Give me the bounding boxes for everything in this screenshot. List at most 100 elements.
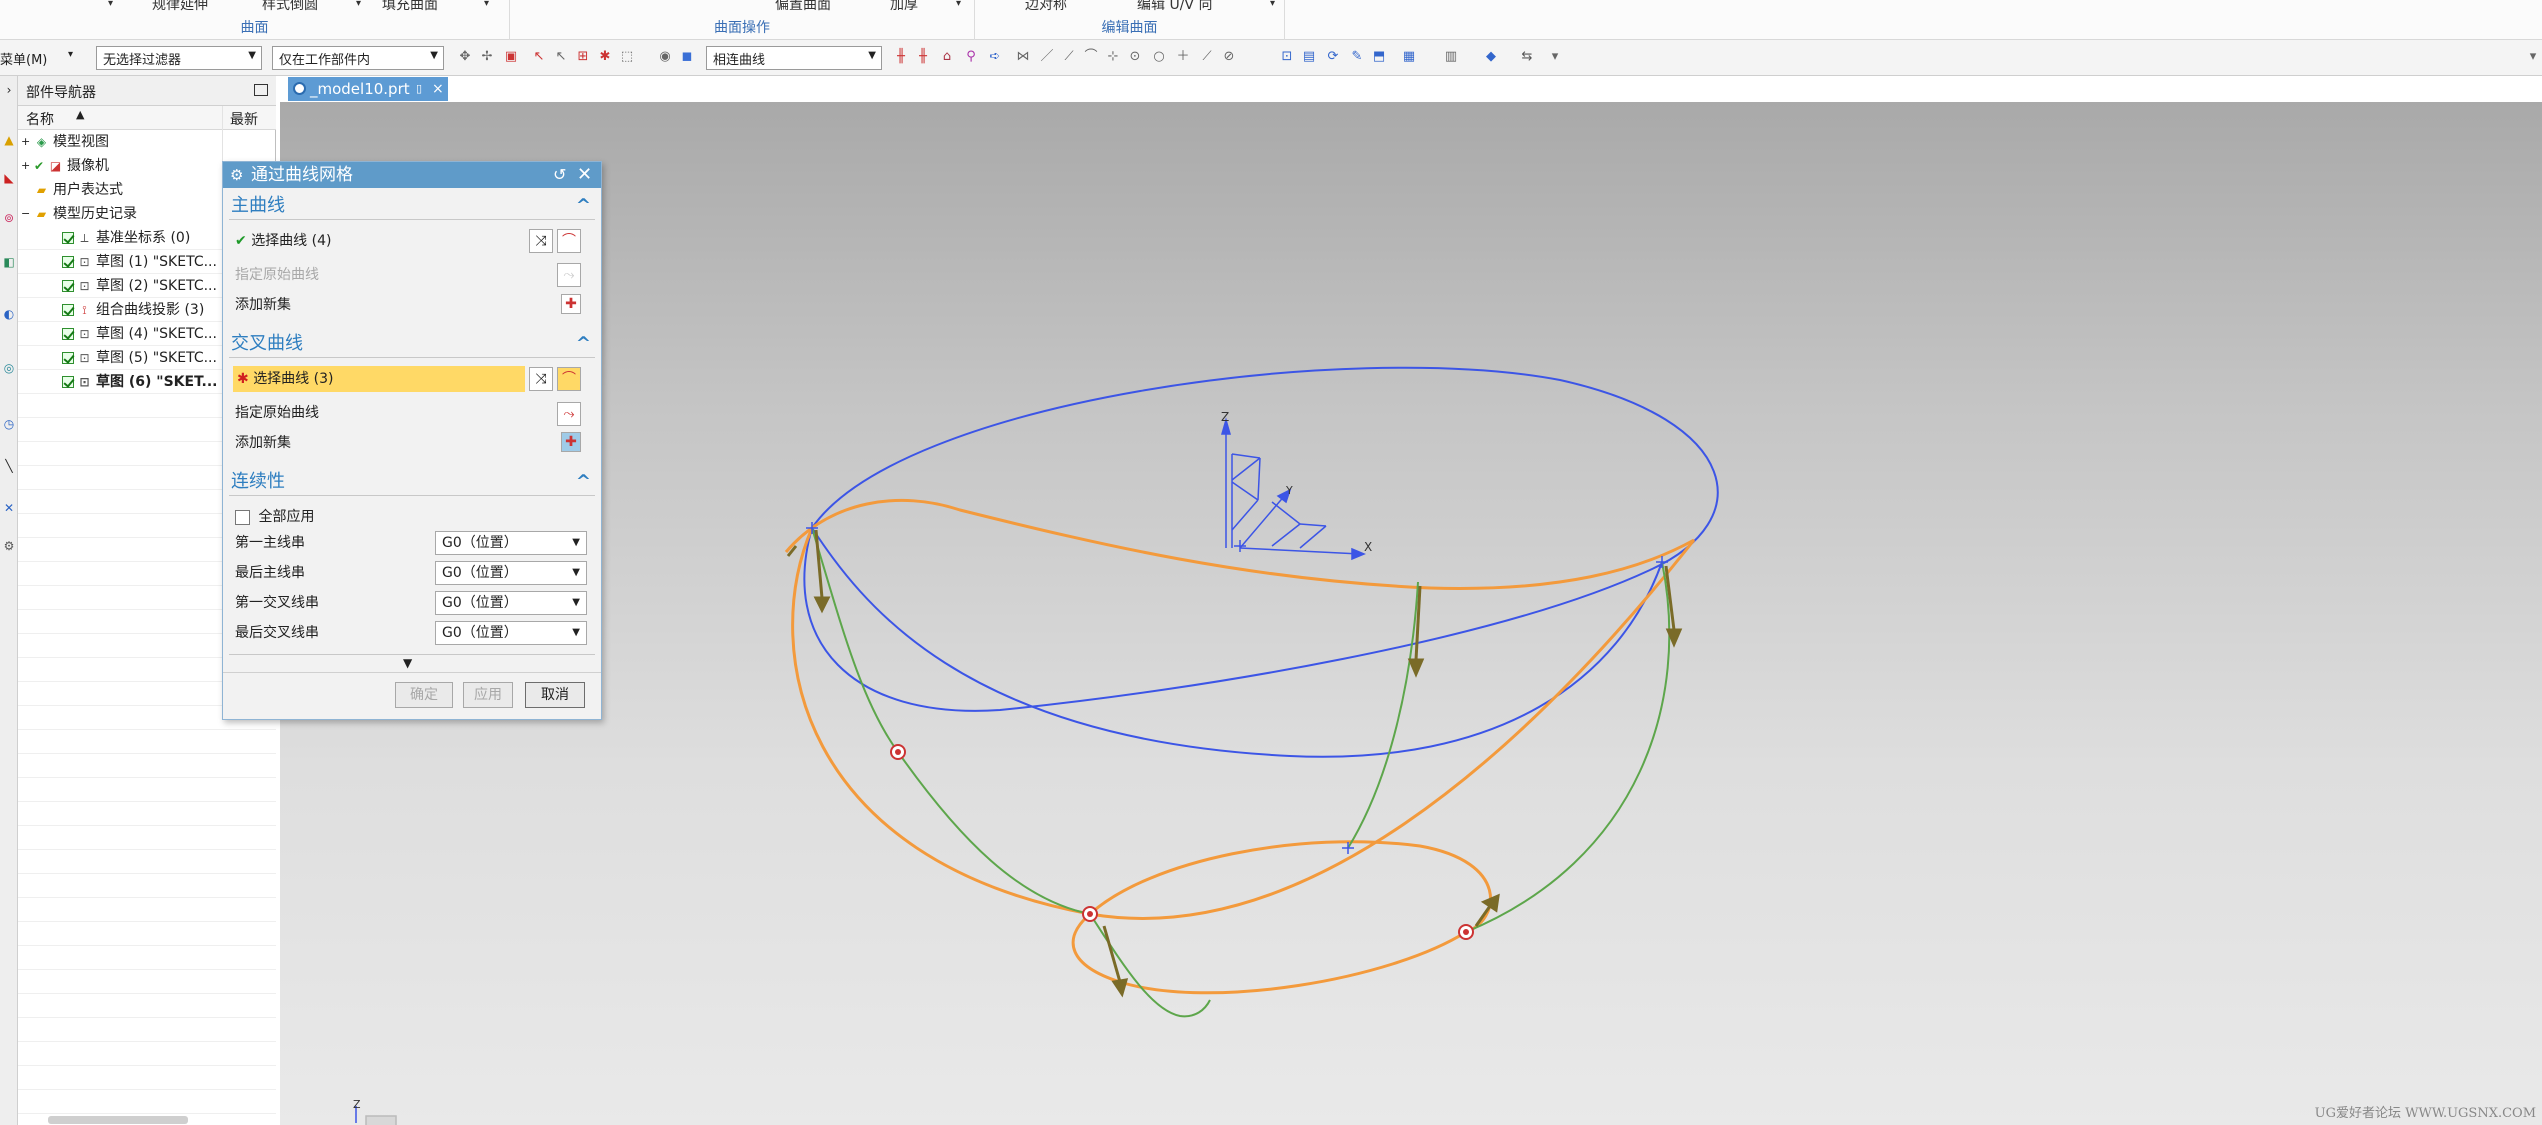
cube-icon[interactable]: ◼ bbox=[678, 48, 696, 66]
path-icon[interactable]: ⚲ bbox=[962, 48, 980, 66]
specify-origin-curve-button[interactable]: ⤳ bbox=[557, 263, 581, 287]
column-name[interactable]: 名称 bbox=[26, 109, 54, 129]
visibility-checkbox[interactable] bbox=[62, 328, 74, 340]
fit-view-icon[interactable]: ⊡ bbox=[1278, 48, 1296, 66]
rotate-icon[interactable]: ⟳ bbox=[1324, 48, 1342, 66]
apply-all-row[interactable]: 全部应用 bbox=[235, 504, 314, 530]
add-new-set-button[interactable]: ✚ bbox=[561, 432, 581, 452]
view-icon[interactable]: ◉ bbox=[656, 48, 674, 66]
chevron-down-icon[interactable]: ▾ bbox=[356, 0, 361, 9]
render-style-icon[interactable]: ▥ bbox=[1442, 48, 1460, 66]
tab-model10[interactable]: _model10.prt ▯ × bbox=[288, 77, 448, 101]
type-filter-select[interactable]: 无选择过滤器 ▼ bbox=[96, 46, 262, 70]
model-geometry[interactable] bbox=[280, 102, 2542, 1125]
dialog-title-bar[interactable]: ⚙ 通过曲线网格 ↺ ✕ bbox=[223, 162, 601, 188]
specify-origin-curve-button[interactable]: ⤳ bbox=[557, 402, 581, 426]
last-cross-continuity-select[interactable]: G0（位置） ▼ bbox=[435, 621, 587, 645]
roles-icon[interactable]: ✕ bbox=[1, 500, 17, 516]
nav-row-model-views[interactable]: + ◈ 模型视图 bbox=[18, 130, 276, 154]
curve-select-icon-button[interactable]: ⌒ bbox=[557, 367, 581, 391]
visibility-checkbox[interactable] bbox=[62, 304, 74, 316]
fill-surface-button[interactable]: 填充曲面 bbox=[382, 0, 438, 14]
last-primary-continuity-select[interactable]: G0（位置） ▼ bbox=[435, 561, 587, 585]
snap-face-icon[interactable]: ⊘ bbox=[1220, 48, 1238, 66]
chevron-down-icon[interactable]: ▾ bbox=[108, 0, 113, 9]
law-extension-button[interactable]: 规律延伸 bbox=[152, 0, 208, 14]
cross-add-new-set-row[interactable]: 添加新集 bbox=[235, 430, 291, 456]
column-latest[interactable]: 最新 bbox=[230, 109, 258, 129]
edit-uv-direction-button[interactable]: 编辑 U/V 向 bbox=[1137, 0, 1212, 14]
snap-center-icon[interactable]: ⊙ bbox=[1126, 48, 1144, 66]
clock-icon[interactable]: ◷ bbox=[1, 416, 17, 432]
chevron-down-icon[interactable]: ▾ bbox=[1546, 48, 1564, 66]
horizontal-scrollbar[interactable] bbox=[48, 1116, 188, 1124]
visibility-checkbox[interactable] bbox=[62, 352, 74, 364]
visibility-checkbox[interactable] bbox=[62, 376, 74, 388]
maximize-icon[interactable] bbox=[254, 84, 268, 96]
pan-icon[interactable]: ✎ bbox=[1348, 48, 1366, 66]
select-lasso-icon[interactable]: ✱ bbox=[596, 48, 614, 66]
arrow-right-icon[interactable]: ➪ bbox=[986, 48, 1004, 66]
apply-all-checkbox[interactable] bbox=[235, 509, 250, 525]
history-icon[interactable]: ◎ bbox=[1, 360, 17, 376]
snap-icon[interactable]: ✥ bbox=[456, 48, 474, 66]
chevron-left-icon[interactable]: › bbox=[1, 82, 17, 98]
edge-symmetry-button[interactable]: 边对称 bbox=[1025, 0, 1067, 14]
expand-icon[interactable]: + bbox=[21, 154, 30, 178]
snap-midpoint-icon[interactable]: ⟋ bbox=[1060, 48, 1078, 66]
add-new-set-button[interactable]: ✚ bbox=[561, 294, 581, 314]
styled-blend-button[interactable]: 样式倒圆 bbox=[262, 0, 318, 14]
collapse-icon[interactable]: ^ bbox=[576, 468, 591, 496]
menu-button[interactable]: 菜单(M) bbox=[0, 49, 47, 68]
selection-scope-select[interactable]: 仅在工作部件内 ▼ bbox=[272, 46, 444, 70]
layer-icon[interactable]: ⇆ bbox=[1518, 48, 1536, 66]
visibility-checkbox[interactable] bbox=[62, 256, 74, 268]
snap-intersection-icon[interactable]: ＋ bbox=[1174, 48, 1192, 66]
visibility-checkbox[interactable] bbox=[62, 232, 74, 244]
cursor-icon[interactable]: ↖ bbox=[530, 48, 548, 66]
select-box-icon[interactable]: ▣ bbox=[502, 48, 520, 66]
section-primary-curves[interactable]: 主曲线 ^ bbox=[229, 192, 595, 220]
close-icon[interactable]: ✕ bbox=[577, 162, 592, 188]
cancel-button[interactable]: 取消 bbox=[525, 682, 585, 708]
assembly-navigator-icon[interactable]: ▲ bbox=[1, 132, 17, 148]
chevron-down-icon[interactable]: ▾ bbox=[484, 0, 489, 9]
cross-select-curve-row[interactable]: ✱ 选择曲线 (3) bbox=[233, 366, 525, 392]
primary-add-new-set-row[interactable]: 添加新集 bbox=[235, 292, 291, 318]
snap-endpoint-icon[interactable]: ⋈ bbox=[1014, 48, 1032, 66]
apply-button[interactable]: 应用 bbox=[463, 682, 513, 708]
system-materials-icon[interactable]: ⚙ bbox=[1, 538, 17, 554]
reuse-library-icon[interactable]: ◧ bbox=[1, 254, 17, 270]
snap-line-icon[interactable]: ／ bbox=[1038, 48, 1056, 66]
snap-tangent-icon[interactable]: ⌒ bbox=[1082, 48, 1100, 66]
expand-icon[interactable]: + bbox=[21, 130, 30, 154]
first-cross-continuity-select[interactable]: G0（位置） ▼ bbox=[435, 591, 587, 615]
curve-rule-select[interactable]: 相连曲线 ▼ bbox=[706, 46, 882, 70]
chevron-down-icon[interactable]: ▾ bbox=[68, 49, 73, 60]
cube-icon[interactable]: ◆ bbox=[1482, 48, 1500, 66]
part-navigator-icon[interactable]: ⊚ bbox=[1, 210, 17, 226]
shaded-view-icon[interactable]: ⬒ bbox=[1370, 48, 1388, 66]
reverse-direction-button[interactable]: ⤨ bbox=[529, 229, 553, 253]
graphics-window[interactable]: Z X Y Z UG爱好者论坛 WWW.UGSNX.COM bbox=[280, 102, 2542, 1125]
process-studio-icon[interactable]: ╲ bbox=[1, 458, 17, 474]
close-icon[interactable]: × bbox=[432, 77, 444, 101]
stop-at-intersection-icon[interactable]: ╫ bbox=[892, 48, 910, 66]
offset-surface-button[interactable]: 偏置曲面 bbox=[775, 0, 831, 14]
sort-ascending-icon[interactable]: ▲ bbox=[76, 108, 84, 121]
zoom-icon[interactable]: ▤ bbox=[1300, 48, 1318, 66]
primary-select-curve-row[interactable]: ✔ 选择曲线 (4) bbox=[235, 228, 535, 254]
snap-control-icon[interactable]: ⊹ bbox=[1104, 48, 1122, 66]
ok-button[interactable]: 确定 bbox=[395, 682, 453, 708]
feature-curves-icon[interactable]: ⌂ bbox=[938, 48, 956, 66]
section-continuity[interactable]: 连续性 ^ bbox=[229, 468, 595, 496]
collapse-icon[interactable]: − bbox=[21, 202, 30, 226]
collapse-icon[interactable]: ^ bbox=[576, 192, 591, 220]
orient-view-icon[interactable]: ▦ bbox=[1400, 48, 1418, 66]
cursor-icon[interactable]: ↖ bbox=[552, 48, 570, 66]
chevron-down-icon[interactable]: ▾ bbox=[2524, 48, 2542, 66]
select-all-icon[interactable]: ⊞ bbox=[574, 48, 592, 66]
snap-curve-icon[interactable]: ⟋ bbox=[1198, 48, 1216, 66]
reverse-direction-button[interactable]: ⤨ bbox=[529, 367, 553, 391]
chevron-down-icon[interactable]: ▾ bbox=[1270, 0, 1275, 9]
